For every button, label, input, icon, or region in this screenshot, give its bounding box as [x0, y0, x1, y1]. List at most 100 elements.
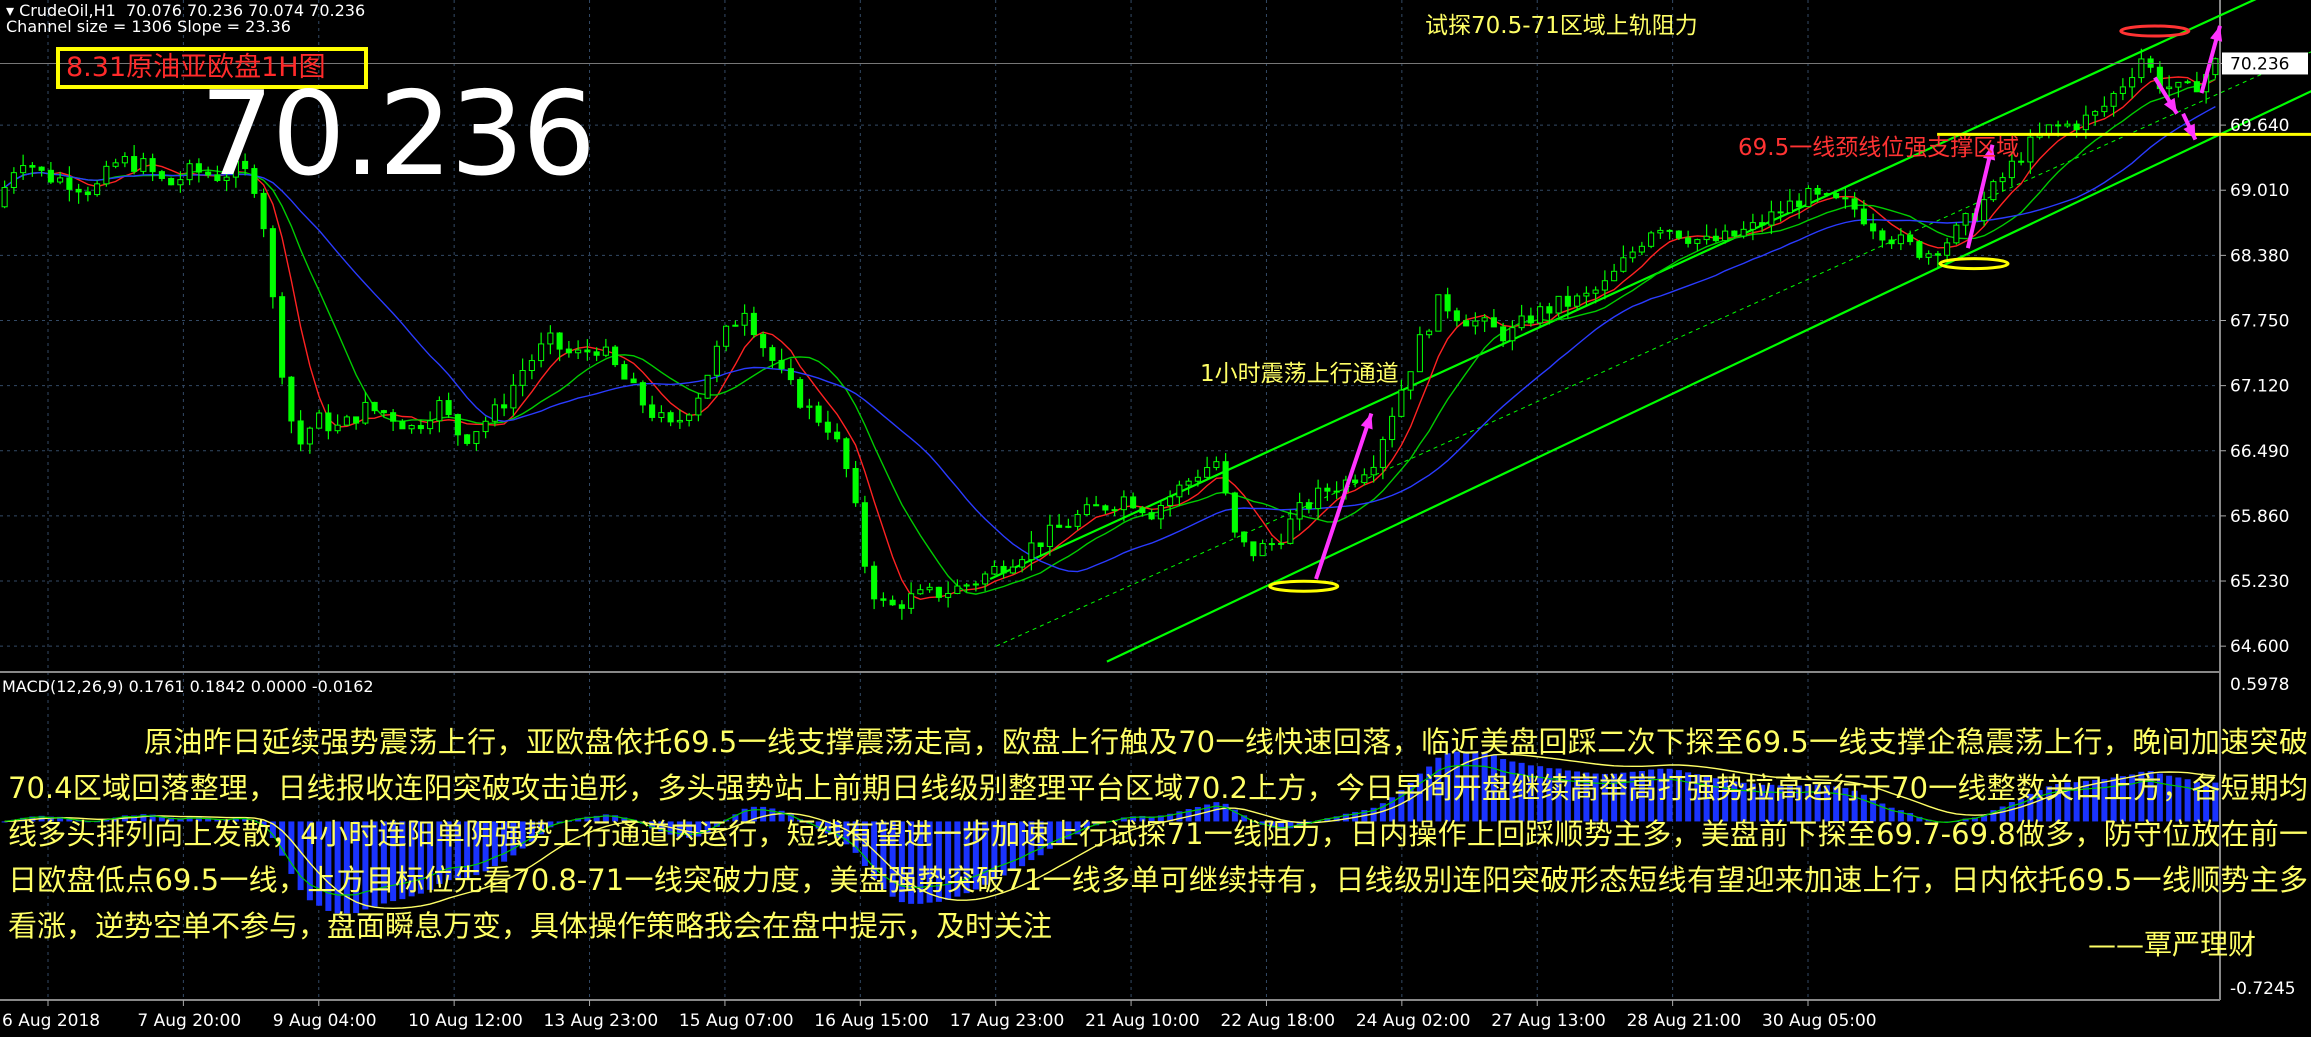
- bear-candle: [38, 166, 45, 171]
- bear-candle: [1527, 315, 1534, 324]
- bear-candle: [843, 438, 850, 470]
- bear-candle: [1564, 295, 1571, 307]
- bear-candle: [1093, 504, 1100, 507]
- bear-candle: [353, 416, 360, 424]
- bull-candle: [1074, 514, 1081, 527]
- bear-candle: [2055, 124, 2062, 127]
- bear-candle: [787, 368, 794, 381]
- bull-candle: [528, 360, 535, 372]
- current-price-large: 70.236: [200, 67, 596, 202]
- bear-candle: [1250, 541, 1257, 557]
- bear-candle: [1037, 542, 1044, 547]
- bear-candle: [871, 565, 878, 600]
- bull-candle: [1944, 242, 1951, 256]
- bull-candle: [1925, 253, 1932, 258]
- bull-candle: [704, 374, 711, 399]
- bull-candle: [723, 325, 730, 347]
- bear-candle: [760, 334, 767, 349]
- bull-candle: [306, 427, 313, 445]
- bear-candle: [75, 188, 82, 193]
- bull-candle: [1194, 476, 1201, 482]
- bull-candle: [1120, 496, 1127, 511]
- bear-candle: [445, 400, 452, 416]
- bear-candle: [1666, 229, 1673, 232]
- price-tick-label: 67.120: [2230, 377, 2289, 397]
- bull-candle: [10, 172, 17, 189]
- bear-candle: [769, 347, 776, 361]
- macd-tick-label: -0.7245: [2230, 979, 2296, 999]
- bull-candle: [57, 177, 64, 183]
- macd-tick-label: 0.5978: [2230, 675, 2289, 695]
- bull-candle: [1805, 187, 1812, 208]
- time-tick-label: 9 Aug 04:00: [273, 1011, 377, 1031]
- bear-candle: [1241, 531, 1248, 543]
- bear-candle: [1731, 230, 1738, 237]
- bull-candle: [1435, 294, 1442, 332]
- bull-candle: [1537, 306, 1544, 324]
- bear-candle: [1453, 310, 1460, 322]
- bull-candle: [1472, 320, 1479, 327]
- bull-candle: [1823, 193, 1830, 196]
- bull-candle: [1555, 295, 1562, 314]
- bear-candle: [279, 296, 286, 378]
- bear-candle: [630, 378, 637, 384]
- bull-candle: [1897, 234, 1904, 245]
- bull-candle: [2101, 105, 2108, 113]
- bull-candle: [926, 586, 933, 591]
- bull-candle: [1740, 228, 1747, 237]
- bull-candle: [1592, 289, 1599, 294]
- bull-candle: [94, 183, 101, 196]
- bear-candle: [556, 332, 563, 350]
- bear-candle: [621, 364, 628, 380]
- bull-candle: [1518, 315, 1525, 329]
- bear-candle: [1796, 200, 1803, 208]
- bull-candle: [2092, 111, 2099, 116]
- bull-candle: [1028, 542, 1035, 561]
- bull-candle: [473, 431, 480, 444]
- bear-candle: [565, 348, 572, 354]
- bear-candle: [1148, 512, 1155, 520]
- time-tick-label: 24 Aug 02:00: [1356, 1011, 1471, 1031]
- time-tick-label: 16 Aug 15:00: [814, 1011, 929, 1031]
- bull-candle: [972, 583, 979, 586]
- bull-candle: [2212, 58, 2219, 76]
- bull-candle: [1481, 317, 1488, 322]
- bull-candle: [1416, 334, 1423, 373]
- price-tick-label: 65.230: [2230, 572, 2289, 592]
- bear-candle: [778, 359, 785, 370]
- time-tick-label: 22 Aug 18:00: [1220, 1011, 1335, 1031]
- bull-candle: [2166, 86, 2173, 90]
- bear-candle: [269, 228, 276, 298]
- bear-candle: [325, 412, 332, 432]
- price-tick-label: 64.600: [2230, 637, 2289, 657]
- bull-candle: [1157, 504, 1164, 520]
- bear-candle: [1056, 524, 1063, 528]
- bull-candle: [1204, 467, 1211, 478]
- bear-candle: [1675, 230, 1682, 239]
- bull-candle: [2045, 124, 2052, 135]
- bear-candle: [380, 410, 387, 414]
- bear-candle: [2018, 160, 2025, 163]
- bull-candle: [177, 179, 184, 186]
- bear-candle: [1333, 490, 1340, 493]
- bull-candle: [1426, 330, 1433, 336]
- bull-candle: [1296, 502, 1303, 520]
- bull-candle: [1962, 213, 1969, 226]
- bull-candle: [538, 343, 545, 362]
- bull-candle: [316, 412, 323, 429]
- bear-candle: [1888, 239, 1895, 245]
- bull-candle: [1648, 232, 1655, 247]
- bear-candle: [1500, 326, 1507, 342]
- bull-candle: [2110, 92, 2117, 107]
- bear-candle: [47, 169, 54, 183]
- bear-candle: [29, 165, 36, 168]
- bear-candle: [1870, 223, 1877, 232]
- time-tick-label: 6 Aug 2018: [2, 1011, 100, 1031]
- bull-candle: [2129, 77, 2136, 88]
- time-tick-label: 30 Aug 05:00: [1762, 1011, 1877, 1031]
- bear-candle: [297, 420, 304, 445]
- bear-candle: [824, 421, 831, 433]
- bear-candle: [1444, 294, 1451, 312]
- bear-candle: [750, 312, 757, 336]
- bear-candle: [649, 404, 656, 418]
